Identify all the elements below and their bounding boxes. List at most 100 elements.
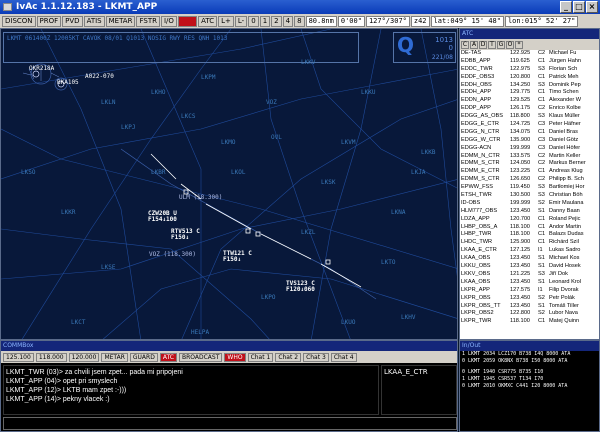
toolbar-8-button[interactable]: 8 <box>294 15 305 27</box>
inbound-row[interactable]: 0 LKMT 2059 OK8NX B738 I50 8000 ATA <box>460 358 599 365</box>
atc-row[interactable]: EDGG_E_CTR 124.725 C3 Peter Häfner <box>460 121 599 129</box>
chat-4-tab[interactable]: Chat 4 <box>330 352 357 362</box>
chat-users-list[interactable]: LKAA_E_CTR <box>381 365 457 415</box>
atc-callsign: EDDH_OBS <box>461 81 492 88</box>
freq-125100-button[interactable]: 125.100 <box>3 352 34 362</box>
atc-row[interactable]: LKKU_OBS 123.450 S1 David Hosek <box>460 263 599 271</box>
comm-broadcast-button[interactable]: BROADCAST <box>178 352 223 362</box>
atc-tab-a[interactable]: A <box>470 40 478 49</box>
atc-row[interactable]: LKPR_APP 127.575 I1 Filip Dvorak <box>460 287 599 295</box>
comm-who-button[interactable]: WHO <box>224 352 246 362</box>
toolbar-1-button[interactable]: 1 <box>259 15 271 27</box>
atc-row[interactable]: EDBB_APP 119.625 C1 Jürgen Hahn <box>460 58 599 66</box>
atc-row[interactable]: LKPR_OBS_TT 123.450 S1 Tomáš Tiller <box>460 303 599 311</box>
atc-row[interactable]: ID-OBS 199.999 S2 Emir Maulana <box>460 200 599 208</box>
message-log[interactable]: LKMT_TWR (03)> za chvili jsem zpet... pa… <box>3 365 379 415</box>
atc-row[interactable]: LKPR_OBS 123.450 S2 Petr Polák <box>460 295 599 303</box>
atc-row[interactable]: EDMM_N_CTR 133.575 C2 Martin Keller <box>460 153 599 161</box>
message-input[interactable] <box>3 417 457 430</box>
chat-user[interactable]: LKAA_E_CTR <box>384 368 454 376</box>
atc-tab-t[interactable]: T <box>488 40 496 49</box>
atc-row[interactable]: LKAA_OBS 123.450 S1 Michael Kos <box>460 255 599 263</box>
radar-scope[interactable]: LKMT 061400Z 12005KT CAVOK 08/01 Q1013 N… <box>0 28 458 340</box>
atc-callsign: LKPR_TWR <box>461 318 492 325</box>
atc-frequency: 133.575 <box>510 152 531 159</box>
atc-row[interactable]: LKPR_TWR 118.100 C1 Matej Quinn <box>460 318 599 326</box>
atc-tab-c[interactable]: C <box>461 40 469 49</box>
inbound-cell: 8000 <box>543 358 556 364</box>
chat-1-tab[interactable]: Chat 1 <box>247 352 274 362</box>
comm-metar-button[interactable]: METAR <box>101 352 128 362</box>
toolbar-pvd-button[interactable]: PVD <box>62 15 83 27</box>
toolbar-atis-button[interactable]: ATIS <box>83 15 105 27</box>
comm-atc-button[interactable]: ATC <box>159 352 177 362</box>
outbound-row[interactable]: 0 LKMT 1940 CSR775 B735 I10 <box>460 369 599 376</box>
atc-tab-o[interactable]: O <box>506 40 514 49</box>
toolbar-fstr-button[interactable]: FSTR <box>136 15 160 27</box>
atc-row[interactable]: DE-TAS 122.925 C2 Michael Fu <box>460 50 599 58</box>
inbound-list[interactable]: 1 LKMT 2034 LCZ170 B738 I4Q 8000 ATA 0 LKMT 2059 OK… <box>460 351 599 365</box>
atc-row[interactable]: EPWW_FSS 119.450 S3 Bartłomiej Hor <box>460 184 599 192</box>
toolbar-0-button[interactable]: 0 <box>248 15 259 27</box>
toolbar-atc-button[interactable]: ATC <box>198 15 218 27</box>
atc-row[interactable]: HLM777_OBS 123.450 S1 Danny Baan <box>460 208 599 216</box>
toolbar-metar-button[interactable]: METAR <box>105 15 136 27</box>
minimize-button[interactable]: _ <box>560 1 572 13</box>
atc-row[interactable]: EDGG_N_CTR 134.075 C1 Daniel Bras <box>460 129 599 137</box>
atc-row[interactable]: LHBP_OBS_A 118.100 C1 Andor Martin <box>460 224 599 232</box>
atc-callsign: EDDF_OBS3 <box>461 73 495 80</box>
atc-row[interactable]: LKAA_OBS 123.450 S1 Leonard Krol <box>460 279 599 287</box>
atc-frequency: 123.450 <box>510 263 531 270</box>
outbound-row[interactable]: 0 LKMT 2010 OKMXC C441 I20 8000 ATA <box>460 383 599 390</box>
atc-row[interactable]: LHBP_TWR 118.100 C1 Balazs Dudas <box>460 231 599 239</box>
atc-frequency: 123.450 <box>510 255 531 262</box>
atc-row[interactable]: EDDN_APP 129.525 C1 Alexander W <box>460 97 599 105</box>
toolbar-red-indicator[interactable]: ■■ <box>177 15 198 27</box>
toolbar-2-button[interactable]: 2 <box>271 15 282 27</box>
outbound-cell: LKMT <box>468 383 481 389</box>
comm-guard-button[interactable]: GUARD <box>129 352 158 362</box>
outbound-list[interactable]: 0 LKMT 1940 CSR775 B735 I10 1 LKMT 1945 CSR537 T13… <box>460 369 599 390</box>
maximize-button[interactable]: □ <box>573 1 585 13</box>
atc-row[interactable]: EDMM_S_CTR 126.650 C2 Philipp B. Sch <box>460 176 599 184</box>
toolbar-discon-button[interactable]: DISCON <box>2 15 36 27</box>
atc-row[interactable]: EDMM_E_CTR 123.225 C1 Andreas Klug <box>460 168 599 176</box>
atc-row[interactable]: EDDH_OBS 134.250 S3 Dominik Pep <box>460 82 599 90</box>
aircraft-tag[interactable]: CZW20B U F154↓100 <box>148 211 177 223</box>
atc-row[interactable]: EDDF_OBS3 120.800 C1 Patrick Meh <box>460 74 599 82</box>
chat-2-tab[interactable]: Chat 2 <box>275 352 302 362</box>
atc-tab-g[interactable]: G <box>497 40 505 49</box>
atc-row[interactable]: LDZA_APP 120.700 C1 Roland Pejic <box>460 216 599 224</box>
atc-row[interactable]: EDDC_TWR 122.975 S3 Florian Sch <box>460 66 599 74</box>
atc-row[interactable]: LHDC_TWR 125.900 C1 Richárd Szil <box>460 239 599 247</box>
atc-row[interactable]: EDGG_W_CTR 135.900 C3 Daniel Götz <box>460 137 599 145</box>
atc-row[interactable]: EDMM_S_CTR 124.050 C2 Markus Berner <box>460 160 599 168</box>
toolbar-prof-button[interactable]: PROF <box>36 15 62 27</box>
atc-panel: ATC C A D T G O * DE-TAS 122.925 C2 Michael… <box>459 28 600 340</box>
toolbar-lminus-button[interactable]: L- <box>234 15 248 27</box>
airway-label: ULM (18.300) <box>179 194 223 201</box>
toolbar-io-button[interactable]: I/O <box>160 15 177 27</box>
close-button[interactable]: × <box>586 1 598 13</box>
aircraft-tag[interactable]: TTW121 C F150↓ <box>223 251 252 263</box>
aircraft-tag[interactable]: TVS123 C F120↓060 <box>286 281 315 293</box>
atc-tab-d[interactable]: D <box>479 40 487 49</box>
atc-list[interactable]: DE-TAS 122.925 C2 Michael Fu EDBB_APP 119.625… <box>460 50 599 339</box>
atc-row[interactable]: EDDH_APP 129.775 C1 Timo Schen <box>460 89 599 97</box>
aircraft-tag[interactable]: RTV513 C F150↓ <box>171 229 200 241</box>
freq-118000-button[interactable]: 118.000 <box>35 352 67 362</box>
atc-row[interactable]: EDGG-ACN 199.999 C3 Daniel Höfer <box>460 145 599 153</box>
atc-row[interactable]: LKKV_OBS 121.225 S3 Jiří Dok <box>460 271 599 279</box>
atc-row[interactable]: EDGG_AS_OBS 118.800 S3 Klaus Müller <box>460 113 599 121</box>
chat-3-tab[interactable]: Chat 3 <box>303 352 329 362</box>
atc-row[interactable]: LKPR_OBS2 122.800 S2 Lubor Nava <box>460 310 599 318</box>
toolbar-4-button[interactable]: 4 <box>282 15 294 27</box>
inbound-row[interactable]: 1 LKMT 2034 LCZ170 B738 I4Q 8000 ATA <box>460 351 599 358</box>
atc-tab-all[interactable]: * <box>515 40 523 49</box>
freq-120000-button[interactable]: 120.000 <box>68 352 100 362</box>
atc-row[interactable]: EDDP_APP 126.175 C2 Enrico Kolbe <box>460 105 599 113</box>
outbound-row[interactable]: 1 LKMT 1945 CSR537 T134 I70 <box>460 376 599 383</box>
atc-row[interactable]: ETSH_TWR 130.500 S3 Christian Böh <box>460 192 599 200</box>
atc-row[interactable]: LKAA_E_CTR 127.125 I1 Lukas Sadro <box>460 247 599 255</box>
toolbar-lplus-button[interactable]: L+ <box>218 15 234 27</box>
